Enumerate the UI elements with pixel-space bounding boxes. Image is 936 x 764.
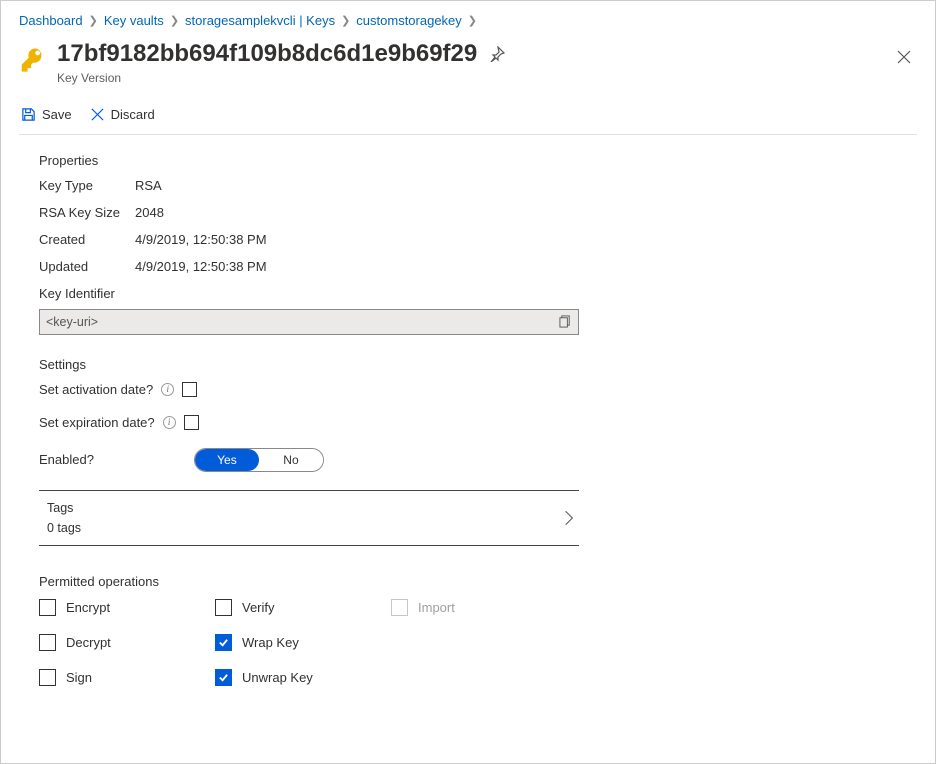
keytype-value: RSA xyxy=(135,178,162,193)
breadcrumb-keyname[interactable]: customstoragekey xyxy=(356,13,462,28)
expiration-label: Set expiration date? xyxy=(39,415,155,430)
discard-button[interactable]: Discard xyxy=(88,105,157,124)
decrypt-label: Decrypt xyxy=(66,635,111,650)
breadcrumb-dashboard[interactable]: Dashboard xyxy=(19,13,83,28)
chevron-right-icon: ❯ xyxy=(89,14,98,27)
unwrap-checkbox[interactable] xyxy=(215,669,232,686)
page-subtitle: Key Version xyxy=(57,71,887,85)
sign-checkbox[interactable] xyxy=(39,669,56,686)
activation-checkbox[interactable] xyxy=(182,382,197,397)
enabled-toggle[interactable]: Yes No xyxy=(194,448,324,472)
encrypt-label: Encrypt xyxy=(66,600,110,615)
keyid-field[interactable]: <key-uri> xyxy=(39,309,579,335)
encrypt-checkbox[interactable] xyxy=(39,599,56,616)
tags-label: Tags xyxy=(47,501,561,515)
tags-row[interactable]: Tags 0 tags xyxy=(39,490,579,546)
copy-icon[interactable] xyxy=(559,315,572,328)
header: 17bf9182bb694f109b8dc6d1e9b69f29 Key Ver… xyxy=(19,40,917,85)
discard-icon xyxy=(90,107,105,122)
save-label: Save xyxy=(42,107,72,122)
breadcrumb-keyvaults[interactable]: Key vaults xyxy=(104,13,164,28)
page-title: 17bf9182bb694f109b8dc6d1e9b69f29 xyxy=(57,40,477,69)
operations-heading: Permitted operations xyxy=(39,574,917,589)
settings-heading: Settings xyxy=(39,357,917,372)
created-value: 4/9/2019, 12:50:38 PM xyxy=(135,232,267,247)
verify-checkbox[interactable] xyxy=(215,599,232,616)
enabled-label: Enabled? xyxy=(39,452,94,467)
created-label: Created xyxy=(39,232,125,247)
breadcrumb: Dashboard ❯ Key vaults ❯ storagesamplekv… xyxy=(19,9,917,36)
import-label: Import xyxy=(418,600,455,615)
tags-count: 0 tags xyxy=(47,521,561,535)
updated-value: 4/9/2019, 12:50:38 PM xyxy=(135,259,267,274)
chevron-right-icon: ❯ xyxy=(341,14,350,27)
expiration-checkbox[interactable] xyxy=(184,415,199,430)
rsasize-value: 2048 xyxy=(135,205,164,220)
wrap-label: Wrap Key xyxy=(242,635,299,650)
activation-label: Set activation date? xyxy=(39,382,153,397)
save-icon xyxy=(21,107,36,122)
key-icon xyxy=(19,46,47,74)
toggle-yes[interactable]: Yes xyxy=(195,449,259,471)
chevron-right-icon: ❯ xyxy=(468,14,477,27)
decrypt-checkbox[interactable] xyxy=(39,634,56,651)
updated-label: Updated xyxy=(39,259,125,274)
toggle-no[interactable]: No xyxy=(259,449,323,471)
chevron-right-icon: ❯ xyxy=(170,14,179,27)
unwrap-label: Unwrap Key xyxy=(242,670,313,685)
discard-label: Discard xyxy=(111,107,155,122)
keyid-label: Key Identifier xyxy=(39,286,917,301)
toolbar: Save Discard xyxy=(19,95,917,135)
rsasize-label: RSA Key Size xyxy=(39,205,125,220)
page-root: Dashboard ❯ Key vaults ❯ storagesamplekv… xyxy=(0,0,936,764)
breadcrumb-vaultkeys[interactable]: storagesamplekvcli | Keys xyxy=(185,13,335,28)
verify-label: Verify xyxy=(242,600,275,615)
keyid-value: <key-uri> xyxy=(46,315,559,329)
chevron-right-icon xyxy=(559,511,573,525)
pin-icon[interactable] xyxy=(489,46,505,62)
import-checkbox xyxy=(391,599,408,616)
sign-label: Sign xyxy=(66,670,92,685)
info-icon[interactable]: i xyxy=(163,416,176,429)
wrap-checkbox[interactable] xyxy=(215,634,232,651)
properties-heading: Properties xyxy=(39,153,917,168)
body: Properties Key Type RSA RSA Key Size 204… xyxy=(19,135,917,686)
keytype-label: Key Type xyxy=(39,178,125,193)
save-button[interactable]: Save xyxy=(19,105,74,124)
info-icon[interactable]: i xyxy=(161,383,174,396)
close-icon[interactable] xyxy=(897,50,911,64)
